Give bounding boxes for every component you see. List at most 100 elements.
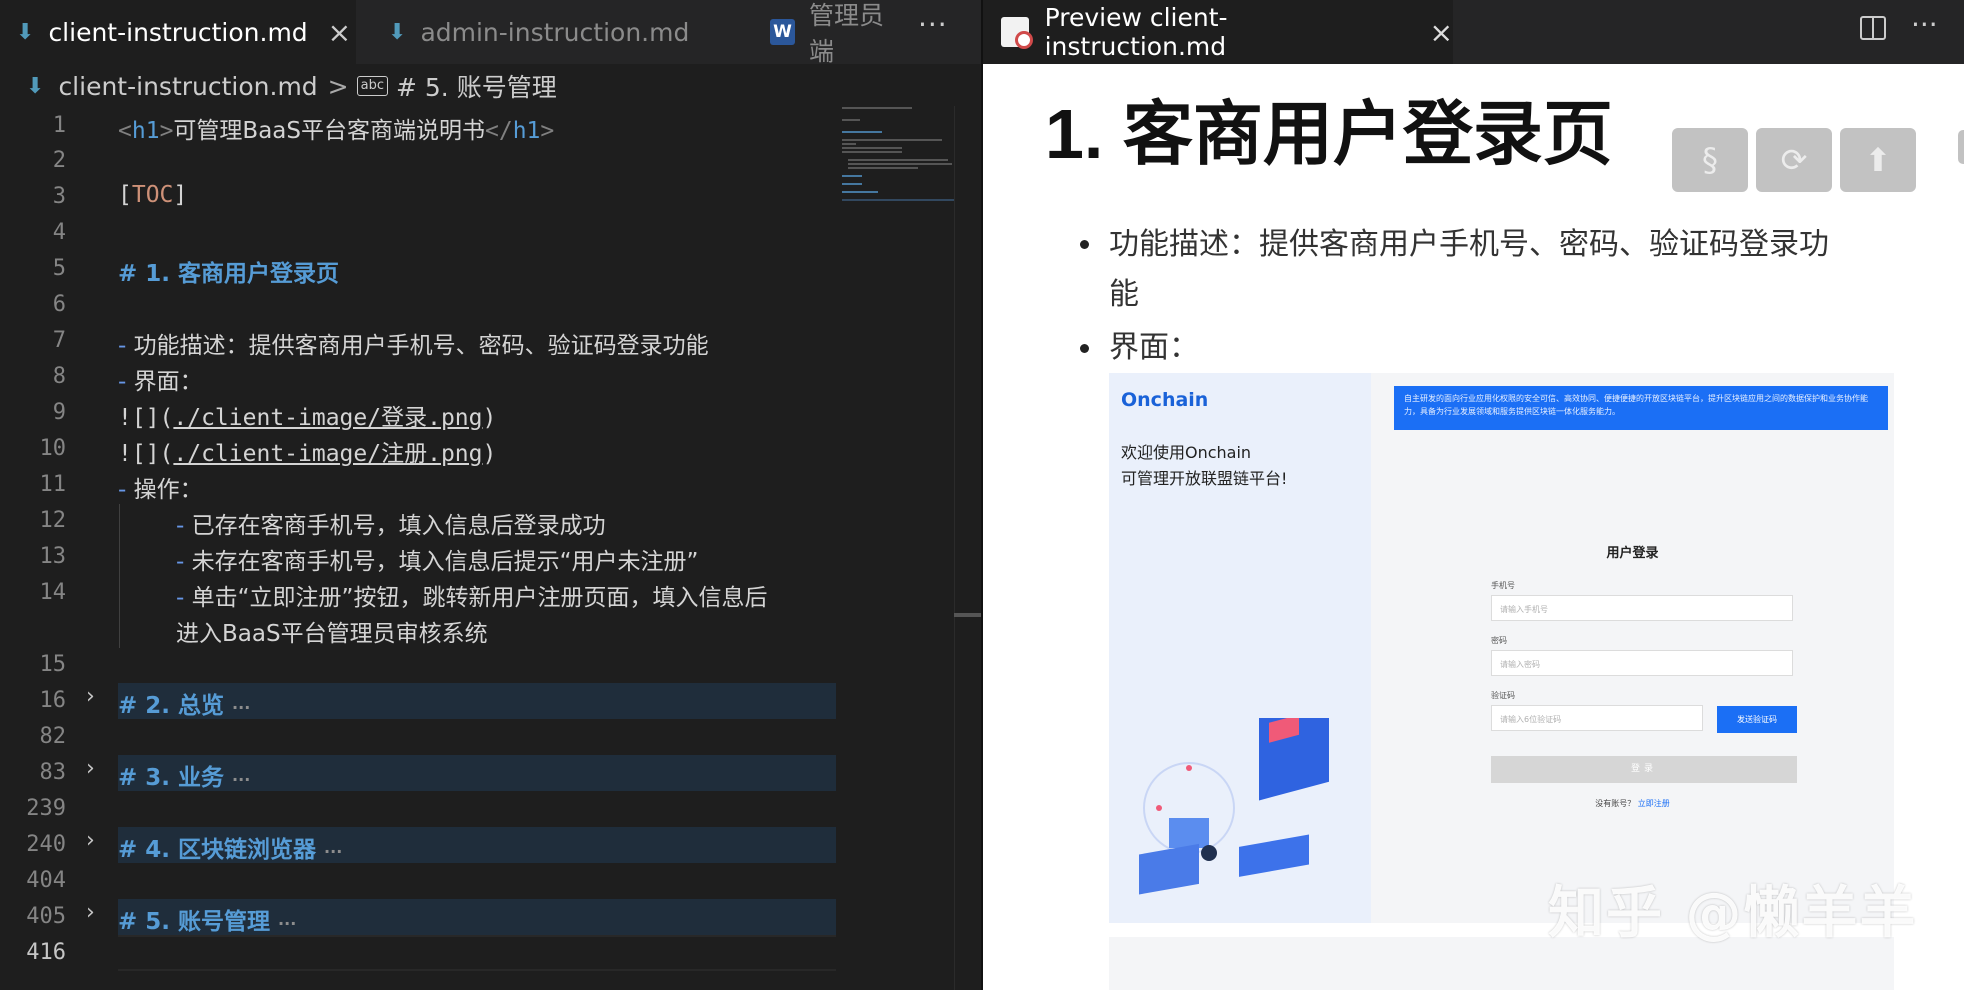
minimap-line <box>848 163 952 165</box>
text: 可管理BaaS平台客商端说明书 <box>173 118 485 144</box>
code-line-7[interactable]: - 功能描述：提供客商用户手机号、密码、验证码登录功能 <box>118 326 709 360</box>
image-link[interactable]: ./client-image/登录.png <box>173 405 482 431</box>
punct: </ <box>485 118 513 144</box>
close-icon[interactable]: × <box>328 16 351 49</box>
tab-admin-doc[interactable]: W 管理员端 <box>760 0 905 64</box>
refresh-button[interactable]: ⟳ <box>1756 128 1832 192</box>
code-line-10[interactable]: ![](./client-image/注册.png) <box>118 434 496 468</box>
code-line-83[interactable]: # 3. 业务 ··· <box>118 758 250 792</box>
send-code-button: 发送验证码 <box>1717 706 1797 733</box>
current-line-highlight <box>118 935 836 971</box>
welcome-text: 欢迎使用Onchain <box>1121 443 1252 462</box>
punct: > <box>159 118 174 144</box>
minimap-line <box>842 107 912 109</box>
folded-ellipsis[interactable]: ··· <box>278 914 296 933</box>
minimap-line <box>842 143 856 145</box>
punct: > <box>540 118 555 144</box>
breadcrumb-file[interactable]: client-instruction.md <box>58 72 317 101</box>
fold-chevron-icon[interactable]: › <box>86 684 95 709</box>
folded-ellipsis[interactable]: ··· <box>324 842 342 861</box>
code-line-12[interactable]: - 已存在客商手机号，填入信息后登录成功 <box>176 506 606 540</box>
minimap-line <box>842 183 862 185</box>
line-number: 12 <box>39 508 67 533</box>
preview-tab-bar: Preview client-instruction.md × ··· <box>983 0 1964 64</box>
punct: < <box>118 118 132 144</box>
folded-ellipsis[interactable]: ··· <box>232 770 250 789</box>
minimap-line <box>848 159 948 161</box>
section-toggle-button[interactable]: § <box>1672 128 1748 192</box>
code-line-8[interactable]: - 界面： <box>118 362 203 396</box>
breadcrumb-symbol[interactable]: # 5. 账号管理 <box>396 68 557 104</box>
code-line-16[interactable]: # 2. 总览 ··· <box>118 686 250 720</box>
minimap-line <box>848 167 918 169</box>
bullet-dot <box>1080 344 1089 353</box>
vertical-scrollbar[interactable] <box>954 106 981 990</box>
bullet-text: 功能描述：提供客商用户手机号、密码、验证码登录功 能 <box>1109 220 1899 320</box>
bracket: [ <box>118 182 132 208</box>
tab-label: 管理员端 <box>808 1 884 64</box>
password-label: 密码 <box>1491 636 1507 645</box>
minimap-line <box>842 139 942 141</box>
toc-text: TOC <box>131 182 174 208</box>
bullet-line: 功能描述：提供客商用户手机号、密码、验证码登录功 <box>1109 227 1829 262</box>
close-icon[interactable]: × <box>1430 16 1453 49</box>
folded-ellipsis[interactable]: ··· <box>232 698 250 717</box>
word-icon: W <box>770 19 795 45</box>
line-number-current: 416 <box>26 940 66 965</box>
code-line-9[interactable]: ![](./client-image/登录.png) <box>118 398 496 432</box>
back-to-top-button[interactable]: ⬆ <box>1840 128 1916 192</box>
tab-admin-instruction[interactable]: ⬇ admin-instruction.md <box>372 0 742 64</box>
tag-name: h1 <box>512 118 541 144</box>
line-number: 11 <box>39 472 67 497</box>
split-editor-icon[interactable] <box>1860 16 1886 40</box>
editor-pane: ⬇ client-instruction.md × ⬇ admin-instru… <box>0 0 981 990</box>
scrollbar-thumb[interactable] <box>954 613 981 617</box>
line-number: 7 <box>52 328 66 353</box>
code-line-13[interactable]: - 未存在客商手机号，填入信息后提示“用户未注册” <box>176 542 698 576</box>
image-link[interactable]: ./client-image/注册.png <box>173 441 482 467</box>
code-line-11[interactable]: - 操作： <box>118 470 203 504</box>
line-number: 10 <box>39 436 67 461</box>
line-number: 5 <box>52 256 66 281</box>
string-symbol-icon: abc <box>356 76 388 96</box>
preview-icon <box>1001 17 1033 49</box>
line-number: 4 <box>52 220 66 245</box>
sidebar-toggle[interactable] <box>1958 130 1964 164</box>
code-line-405[interactable]: # 5. 账号管理 ··· <box>118 902 296 936</box>
line-number: 9 <box>52 400 66 425</box>
code-label: 验证码 <box>1491 691 1515 700</box>
code-line-5[interactable]: # 1. 客商用户登录页 <box>118 254 339 288</box>
tab-preview[interactable]: Preview client-instruction.md × <box>983 0 1453 64</box>
login-title: 用户登录 <box>1606 546 1659 561</box>
tab-label: client-instruction.md <box>48 17 308 47</box>
line-number: 239 <box>26 796 66 821</box>
register-prompt-text: 没有账号？ <box>1595 799 1636 808</box>
minimap-line <box>842 147 902 149</box>
code-line-240[interactable]: # 4. 区块链浏览器 ··· <box>118 830 342 864</box>
minimap-line <box>842 199 954 201</box>
code-line-14-wrap[interactable]: 进入BaaS平台管理员审核系统 <box>176 614 488 648</box>
heading-text: # 5. 账号管理 <box>118 909 271 935</box>
code-line-14[interactable]: - 单击“立即注册”按钮，跳转新用户注册页面，填入信息后 <box>176 578 767 612</box>
tag-name: h1 <box>131 118 160 144</box>
bracket: ] <box>173 182 188 208</box>
minimap[interactable] <box>842 104 954 204</box>
punct: ![]( <box>118 405 174 431</box>
preview-heading: 1. 客商用户登录页 <box>1045 95 1613 173</box>
password-input: 请输入密码 <box>1491 650 1793 676</box>
fold-chevron-icon[interactable]: › <box>86 828 95 853</box>
more-actions-icon[interactable]: ··· <box>1911 8 1938 41</box>
code-input: 请输入6位验证码 <box>1491 705 1703 731</box>
tab-client-instruction[interactable]: ⬇ client-instruction.md × <box>0 0 356 64</box>
line-number: 82 <box>39 724 67 749</box>
code-line-3[interactable]: [TOC] <box>118 182 187 208</box>
minimap-line <box>842 151 902 153</box>
more-actions-icon[interactable]: ··· <box>918 8 948 41</box>
text: 功能描述：提供客商用户手机号、密码、验证码登录功能 <box>126 333 709 359</box>
breadcrumb: ⬇ client-instruction.md > abc # 5. 账号管理 <box>0 66 981 106</box>
bullet-dot <box>1080 240 1089 249</box>
code-line-1[interactable]: <h1>可管理BaaS平台客商端说明书</h1> <box>118 111 554 145</box>
line-number: 405 <box>26 904 66 929</box>
fold-chevron-icon[interactable]: › <box>86 900 95 925</box>
fold-chevron-icon[interactable]: › <box>86 756 95 781</box>
